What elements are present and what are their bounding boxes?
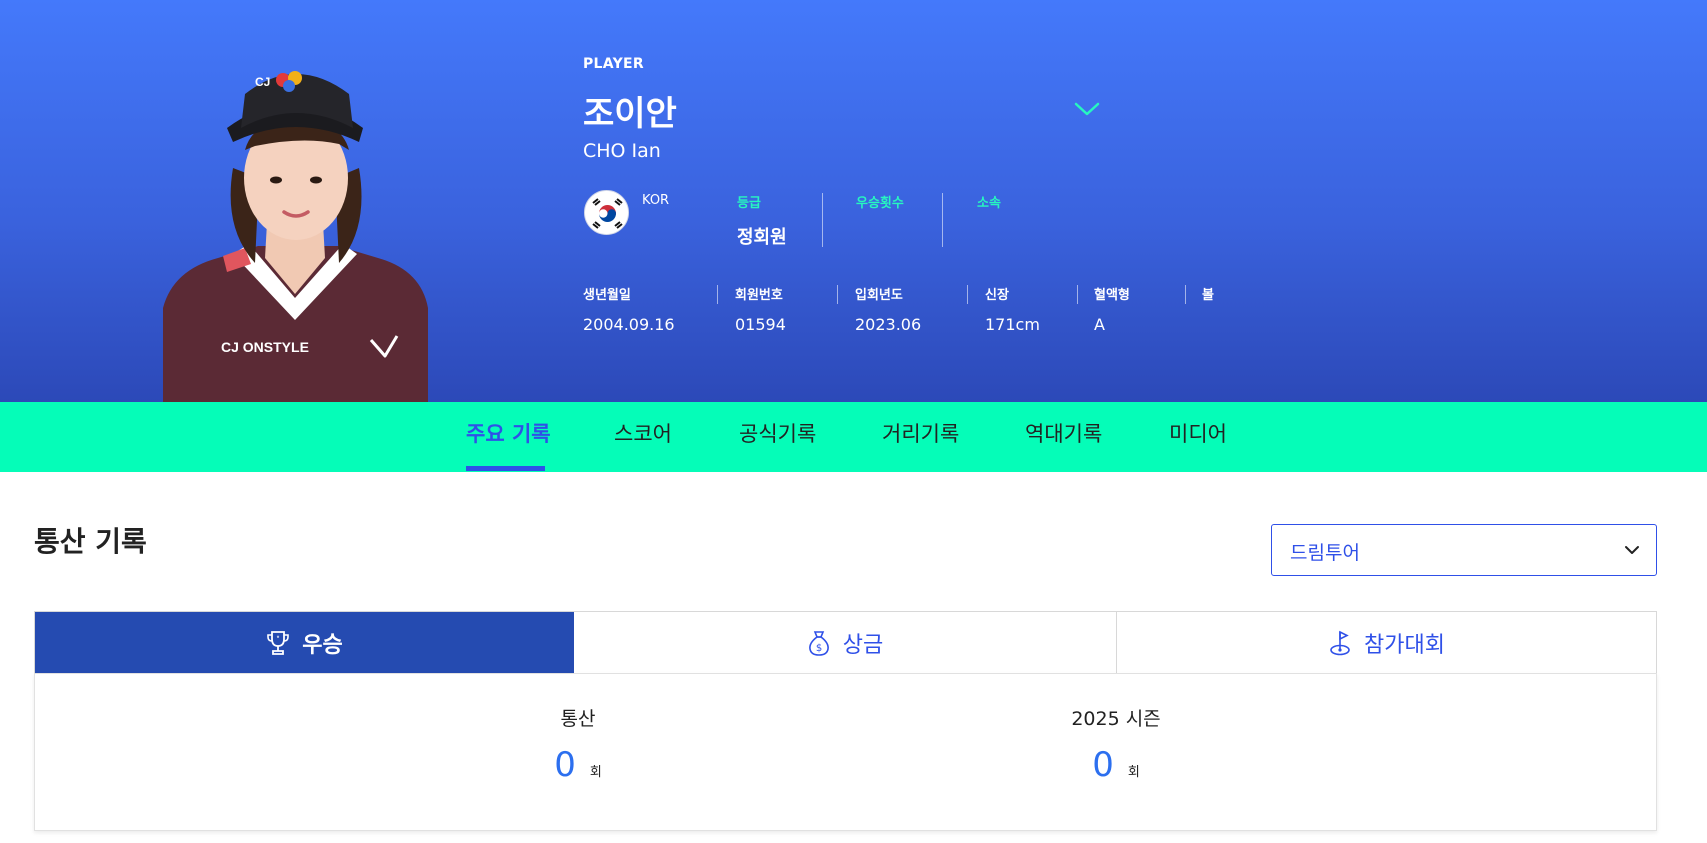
wins-summary-panel: 통산 0회 2025 시즌 0회 [34,673,1657,831]
stat-affiliation-label: 소속 [977,196,1001,211]
nationality-code: KOR [642,193,670,208]
stat-wins: 우승횟수 [856,192,904,247]
tab-tournaments-label: 참가대회 [1364,632,1445,658]
chevron-down-icon [1625,546,1639,554]
shirt-logo-text: CJ ONSTYLE [221,339,309,355]
svg-text:$: $ [816,643,822,654]
meta-divider [967,285,968,304]
cap-logo-text: CJ [255,75,270,89]
stat-grade-value: 정회원 [737,227,787,248]
meta-label: 회원번호 [735,288,783,303]
meta-label: 신장 [985,288,1009,303]
meta-value: 171cm [985,315,1040,334]
korea-flag-icon [584,190,629,235]
stat-divider [822,193,823,247]
player-name-english: CHO Ian [583,140,661,162]
meta-birthdate: 생년월일 2004.09.16 [583,284,675,334]
record-nav: 주요 기록 스코어 공식기록 거리기록 역대기록 미디어 [0,402,1707,472]
player-info: PLAYER 조이안 CHO Ian KOR 등급 정회원 우승횟수 소속 생년… [583,0,1243,402]
tab-wins[interactable]: 우승 [35,612,574,673]
tab-prize-money[interactable]: $ 상금 [574,612,1116,673]
player-name-korean: 조이안 [583,94,677,134]
meta-divider [1185,285,1186,304]
summary-career: 통산 0회 [448,704,708,785]
meta-label: 생년월일 [583,288,631,303]
meta-value: 2023.06 [855,315,922,334]
tab-prize-money-label: 상금 [842,632,884,658]
meta-blood-type: 혈액형 A [1094,284,1130,334]
meta-value: 2004.09.16 [583,315,675,334]
summary-value: 0 [554,745,576,785]
tab-scores[interactable]: 스코어 [614,402,672,472]
meta-ball: 볼 [1202,284,1214,315]
tab-distance-records[interactable]: 거리기록 [882,402,959,472]
tab-official-records[interactable]: 공식기록 [739,402,816,472]
record-type-tabs: 우승 $ 상금 참가대회 [34,611,1657,674]
stat-grade: 등급 정회원 [737,192,787,248]
summary-label: 2025 시즌 [1071,708,1161,730]
section-title: 통산 기록 [34,525,147,558]
summary-season: 2025 시즌 0회 [986,704,1246,785]
money-bag-icon: $ [808,630,829,656]
trophy-icon [267,630,290,655]
meta-divider [717,285,718,304]
tab-media[interactable]: 미디어 [1169,402,1227,472]
summary-value: 0 [1092,745,1114,785]
stat-affiliation: 소속 [977,192,1001,247]
meta-value: 01594 [735,315,786,334]
active-tab-indicator [466,466,545,471]
summary-unit: 회 [1127,765,1140,780]
tab-all-time-records[interactable]: 역대기록 [1025,402,1102,472]
chevron-down-icon[interactable] [1073,98,1101,120]
meta-divider [837,285,838,304]
tour-select[interactable]: 드림투어 [1271,524,1657,576]
tab-wins-label: 우승 [302,632,343,658]
meta-height: 신장 171cm [985,284,1040,334]
tour-select-value: 드림투어 [1290,542,1360,564]
summary-unit: 회 [589,765,602,780]
stat-grade-label: 등급 [737,196,761,211]
player-eyebrow: PLAYER [583,56,644,72]
meta-label: 입회년도 [855,288,903,303]
tab-main-records[interactable]: 주요 기록 [466,402,551,472]
meta-member-number: 회원번호 01594 [735,284,786,334]
tab-tournaments[interactable]: 참가대회 [1117,612,1656,673]
meta-divider [1077,285,1078,304]
golf-flag-icon [1330,630,1350,655]
player-hero: CJ CJ ONSTYLE PLAYER 조이안 CHO Ian KOR 등급 … [0,0,1707,402]
meta-join-date: 입회년도 2023.06 [855,284,921,334]
summary-label: 통산 [560,708,596,730]
meta-label: 볼 [1202,288,1214,303]
meta-label: 혈액형 [1094,288,1130,303]
player-photo: CJ CJ ONSTYLE [163,58,428,402]
stat-divider [942,193,943,247]
stat-wins-label: 우승횟수 [856,196,904,211]
meta-value: A [1094,315,1105,334]
